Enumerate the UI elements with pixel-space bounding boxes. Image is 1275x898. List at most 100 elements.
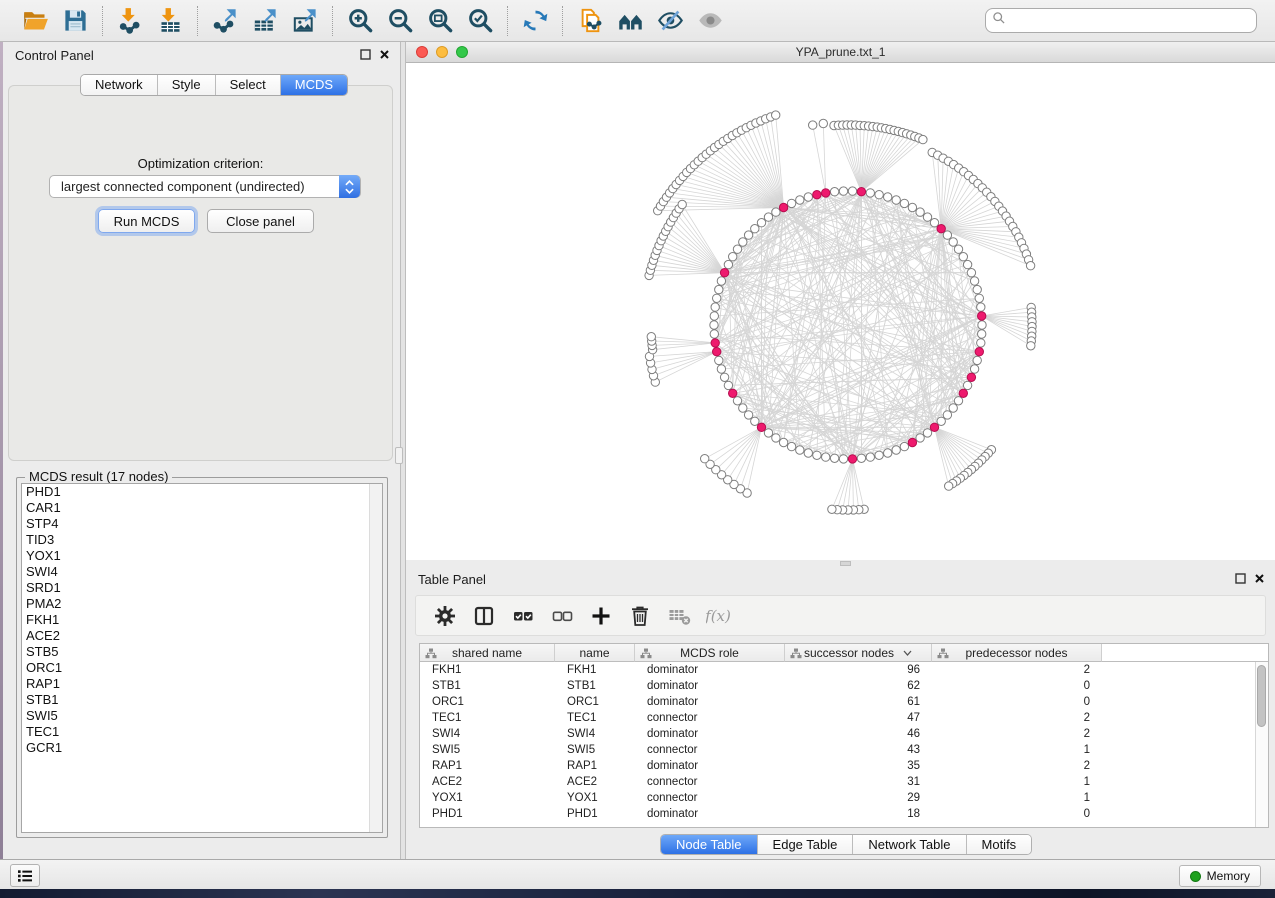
network-node[interactable] (733, 245, 741, 253)
add-icon[interactable] (586, 601, 616, 631)
cell-name[interactable]: PHD1 (555, 808, 635, 820)
network-node[interactable] (715, 356, 723, 364)
mcds-node[interactable] (959, 389, 967, 397)
network-node[interactable] (813, 451, 821, 459)
export-image-icon[interactable] (288, 5, 322, 37)
network-node[interactable] (945, 482, 953, 490)
network-node[interactable] (787, 199, 795, 207)
network-node[interactable] (959, 253, 967, 261)
mcds-result-item[interactable]: SWI4 (22, 564, 382, 580)
cell-successor-nodes[interactable]: 31 (785, 776, 932, 788)
network-node[interactable] (963, 260, 971, 268)
network-node[interactable] (739, 404, 747, 412)
network-node[interactable] (923, 213, 931, 221)
network-node[interactable] (943, 231, 951, 239)
mcds-node[interactable] (711, 339, 719, 347)
tab-network[interactable]: Network (81, 75, 158, 95)
cell-shared-name[interactable]: SWI4 (420, 728, 555, 740)
open-file-icon[interactable] (18, 5, 52, 37)
network-node[interactable] (1027, 342, 1035, 350)
zoom-out-icon[interactable] (383, 5, 417, 37)
network-node[interactable] (866, 189, 874, 197)
mcds-result-item[interactable]: YOX1 (22, 548, 382, 564)
network-node[interactable] (923, 429, 931, 437)
network-node[interactable] (678, 200, 686, 208)
mcds-node[interactable] (978, 312, 986, 320)
network-node[interactable] (724, 381, 732, 389)
network-node[interactable] (973, 356, 981, 364)
mcds-node[interactable] (757, 423, 765, 431)
mcds-result-item[interactable]: PHD1 (22, 484, 382, 500)
mcds-node[interactable] (908, 438, 916, 446)
mcds-node[interactable] (720, 269, 728, 277)
float-panel-icon[interactable] (1235, 572, 1246, 587)
zoom-in-icon[interactable] (343, 5, 377, 37)
import-network-icon[interactable] (113, 5, 147, 37)
show-panels-button[interactable] (10, 864, 40, 887)
network-node[interactable] (916, 434, 924, 442)
network-node[interactable] (647, 333, 655, 341)
cell-MCDS-role[interactable]: dominator (635, 696, 785, 708)
cell-MCDS-role[interactable]: connector (635, 792, 785, 804)
network-node[interactable] (757, 219, 765, 227)
cell-name[interactable]: TEC1 (555, 712, 635, 724)
tab-mcds[interactable]: MCDS (281, 75, 347, 95)
mcds-node[interactable] (713, 348, 721, 356)
network-node[interactable] (839, 455, 847, 463)
tab-network-table[interactable]: Network Table (853, 835, 966, 854)
first-neighbors-icon[interactable] (613, 5, 647, 37)
network-node[interactable] (701, 455, 709, 463)
cell-shared-name[interactable]: TEC1 (420, 712, 555, 724)
mcds-result-item[interactable]: RAP1 (22, 676, 382, 692)
cell-predecessor-nodes[interactable]: 1 (932, 776, 1102, 788)
network-node[interactable] (848, 187, 856, 195)
mcds-result-item[interactable]: FKH1 (22, 612, 382, 628)
network-node[interactable] (787, 442, 795, 450)
tab-edge-table[interactable]: Edge Table (758, 835, 854, 854)
optimization-criterion-select[interactable]: largest connected component (undirected) (49, 175, 361, 198)
network-node[interactable] (954, 397, 962, 405)
tab-motifs[interactable]: Motifs (967, 835, 1032, 854)
mcds-result-item[interactable]: TEC1 (22, 724, 382, 740)
network-node[interactable] (744, 411, 752, 419)
network-node[interactable] (1026, 262, 1034, 270)
mcds-result-item[interactable]: CAR1 (22, 500, 382, 516)
network-node[interactable] (900, 442, 908, 450)
mcds-result-item[interactable]: STB5 (22, 644, 382, 660)
import-table-icon[interactable] (153, 5, 187, 37)
cell-MCDS-role[interactable]: dominator (635, 808, 785, 820)
network-node[interactable] (937, 417, 945, 425)
cell-name[interactable]: RAP1 (555, 760, 635, 772)
mcds-result-item[interactable]: PMA2 (22, 596, 382, 612)
cell-MCDS-role[interactable]: connector (635, 744, 785, 756)
network-canvas[interactable] (406, 63, 1275, 560)
mcds-node[interactable] (857, 188, 865, 196)
network-node[interactable] (772, 208, 780, 216)
delete-icon[interactable] (625, 601, 655, 631)
save-session-icon[interactable] (58, 5, 92, 37)
mcds-result-item[interactable]: ORC1 (22, 660, 382, 676)
network-node[interactable] (954, 245, 962, 253)
network-node[interactable] (819, 119, 827, 127)
network-node[interactable] (710, 321, 718, 329)
cell-name[interactable]: ORC1 (555, 696, 635, 708)
close-panel-icon[interactable] (1254, 572, 1265, 587)
export-network-icon[interactable] (208, 5, 242, 37)
cell-MCDS-role[interactable]: dominator (635, 728, 785, 740)
table-row[interactable]: STB1STB1dominator620 (420, 678, 1268, 694)
cell-shared-name[interactable]: YOX1 (420, 792, 555, 804)
cell-predecessor-nodes[interactable]: 2 (932, 728, 1102, 740)
mcds-list-scrollbar[interactable] (369, 484, 382, 832)
mcds-node[interactable] (729, 389, 737, 397)
cell-shared-name[interactable]: ORC1 (420, 696, 555, 708)
search-box[interactable] (985, 8, 1257, 33)
cell-successor-nodes[interactable]: 47 (785, 712, 932, 724)
network-node[interactable] (809, 121, 817, 129)
network-node[interactable] (916, 208, 924, 216)
network-node[interactable] (772, 434, 780, 442)
cell-name[interactable]: YOX1 (555, 792, 635, 804)
network-node[interactable] (710, 330, 718, 338)
cell-predecessor-nodes[interactable]: 0 (932, 808, 1102, 820)
splitter-handle[interactable] (395, 447, 403, 464)
network-node[interactable] (830, 454, 838, 462)
